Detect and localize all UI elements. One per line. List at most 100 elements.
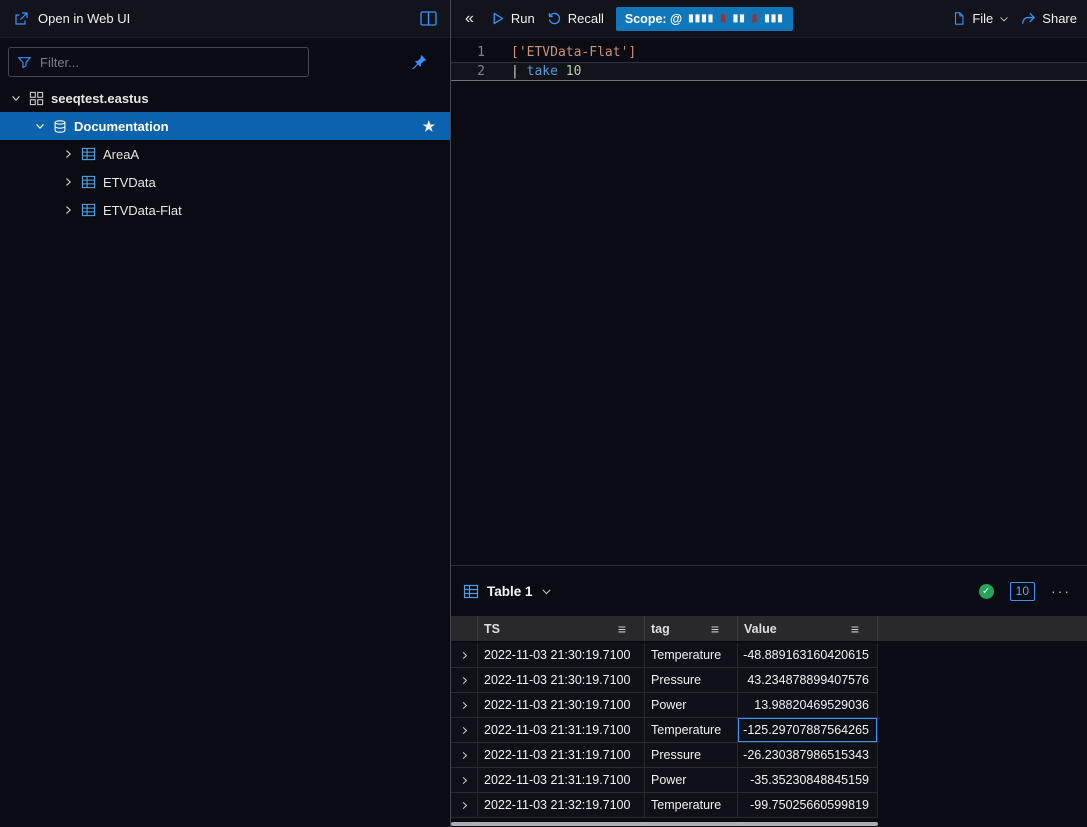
pipe-token: | — [511, 64, 527, 79]
tree-item-table[interactable]: ETVData-Flat — [0, 196, 450, 224]
column-header-value[interactable]: Value ≡ — [738, 616, 878, 641]
open-in-web-ui-button[interactable]: Open in Web UI — [38, 11, 130, 26]
results-grid: TS ≡ tag ≡ Value ≡ — [451, 616, 1087, 827]
chevron-right-icon[interactable] — [62, 149, 74, 159]
row-expand-chevron[interactable] — [451, 793, 478, 818]
cell-ts[interactable]: 2022-11-03 21:30:19.7100 — [478, 643, 645, 668]
row-expand-chevron[interactable] — [451, 693, 478, 718]
cell-value[interactable]: 43.234878899407576 — [738, 668, 878, 693]
number-token: 10 — [558, 64, 581, 79]
cell-value[interactable]: -99.75025660599819 — [738, 793, 878, 818]
tree-item-cluster[interactable]: seeqtest.eastus — [0, 84, 450, 112]
cell-value[interactable]: -125.29707887564265 — [738, 718, 878, 743]
share-button[interactable]: Share — [1021, 11, 1077, 26]
cell-ts[interactable]: 2022-11-03 21:31:19.7100 — [478, 768, 645, 793]
file-icon — [952, 11, 966, 26]
more-options-button[interactable]: ··· — [1051, 583, 1071, 599]
column-header-ts[interactable]: TS ≡ — [478, 616, 645, 641]
table-row[interactable]: 2022-11-03 21:31:19.7100 Power -35.35230… — [451, 768, 1087, 793]
chevron-down-icon[interactable] — [541, 586, 552, 597]
cell-tag[interactable]: Power — [645, 693, 738, 718]
row-expand-chevron[interactable] — [451, 643, 478, 668]
cell-value[interactable]: -35.35230848845159 — [738, 768, 878, 793]
split-panel-icon[interactable] — [420, 11, 437, 26]
cell-value[interactable]: -48.889163160420615 — [738, 643, 878, 668]
table-row[interactable]: 2022-11-03 21:32:19.7100 Temperature -99… — [451, 793, 1087, 818]
row-filler — [878, 668, 1087, 693]
tree-item-table[interactable]: ETVData — [0, 168, 450, 196]
table-row[interactable]: 2022-11-03 21:30:19.7100 Power 13.988204… — [451, 693, 1087, 718]
tree-item-table[interactable]: AreaA — [0, 140, 450, 168]
scope-selector[interactable]: Scope: @ ▮▮▮▮ ▮ ▮▮ ▮ ▮▮▮ — [616, 7, 793, 31]
horizontal-scrollbar[interactable] — [451, 822, 878, 826]
cell-tag[interactable]: Pressure — [645, 743, 738, 768]
table-row[interactable]: 2022-11-03 21:30:19.7100 Pressure 43.234… — [451, 668, 1087, 693]
chevron-down-icon[interactable] — [11, 92, 21, 104]
open-external-icon — [13, 11, 29, 27]
run-button[interactable]: Run — [490, 11, 535, 26]
pin-filter-icon[interactable] — [410, 53, 428, 71]
column-menu-icon[interactable]: ≡ — [851, 621, 859, 637]
cell-ts[interactable]: 2022-11-03 21:30:19.7100 — [478, 668, 645, 693]
cell-ts[interactable]: 2022-11-03 21:32:19.7100 — [478, 793, 645, 818]
row-expand-chevron[interactable] — [451, 668, 478, 693]
row-count-badge[interactable]: 10 — [1010, 582, 1035, 601]
cell-tag[interactable]: Temperature — [645, 718, 738, 743]
cell-ts[interactable]: 2022-11-03 21:30:19.7100 — [478, 693, 645, 718]
table-icon — [81, 147, 96, 161]
results-table-icon — [463, 584, 479, 599]
row-expand-chevron[interactable] — [451, 768, 478, 793]
cell-ts[interactable]: 2022-11-03 21:31:19.7100 — [478, 718, 645, 743]
filter-input-box[interactable] — [8, 47, 309, 77]
query-toolbar: « Run Recall Scope: @ ▮▮▮▮ ▮ ▮▮ ▮ ▮▮▮ — [451, 0, 1087, 38]
cell-ts[interactable]: 2022-11-03 21:31:19.7100 — [478, 743, 645, 768]
database-label: Documentation — [74, 119, 169, 134]
filter-input[interactable] — [40, 55, 300, 70]
column-header-tag[interactable]: tag ≡ — [645, 616, 738, 641]
table-row[interactable]: 2022-11-03 21:31:19.7100 Temperature -12… — [451, 718, 1087, 743]
cell-value[interactable]: -26.230387986515343 — [738, 743, 878, 768]
recall-label: Recall — [568, 11, 604, 26]
kusto-app-window: Open in Web UI — [0, 0, 1087, 827]
row-expand-chevron[interactable] — [451, 718, 478, 743]
recall-button[interactable]: Recall — [547, 11, 604, 26]
line-number: 1 — [451, 43, 495, 62]
favorite-star-icon[interactable]: ★ — [422, 118, 435, 135]
chevron-right-icon[interactable] — [62, 205, 74, 215]
table-label: ETVData — [103, 175, 156, 190]
table-row[interactable]: 2022-11-03 21:31:19.7100 Pressure -26.23… — [451, 743, 1087, 768]
query-editor[interactable]: 1 ['ETVData-Flat'] 2 | take 10 — [451, 38, 1087, 565]
cell-tag[interactable]: Temperature — [645, 793, 738, 818]
run-play-icon — [490, 11, 505, 26]
cluster-icon — [29, 91, 44, 106]
cell-tag[interactable]: Power — [645, 768, 738, 793]
scope-label: Scope: @ — [625, 12, 682, 26]
column-menu-icon[interactable]: ≡ — [618, 621, 626, 637]
table-icon — [81, 203, 96, 217]
column-label: Value — [744, 622, 777, 636]
filter-row — [0, 38, 450, 77]
table-list: AreaA ETVData — [0, 140, 450, 224]
query-success-icon: ✓ — [979, 584, 994, 599]
table-row[interactable]: 2022-11-03 21:30:19.7100 Temperature -48… — [451, 643, 1087, 668]
sidebar-header: Open in Web UI — [0, 0, 450, 38]
cell-tag[interactable]: Temperature — [645, 643, 738, 668]
collapse-sidebar-button[interactable]: « — [461, 10, 478, 28]
cell-value[interactable]: 13.98820469529036 — [738, 693, 878, 718]
chevron-down-icon[interactable] — [35, 120, 45, 132]
code-text: ['ETVData-Flat'] — [495, 43, 636, 62]
tree-item-database[interactable]: Documentation ★ — [0, 112, 450, 140]
results-title[interactable]: Table 1 — [487, 584, 533, 599]
row-expand-chevron[interactable] — [451, 743, 478, 768]
take-keyword-token: take — [527, 64, 558, 79]
row-filler — [878, 743, 1087, 768]
results-header: Table 1 ✓ 10 ··· — [451, 566, 1087, 616]
cluster-label: seeqtest.eastus — [51, 91, 149, 106]
file-menu-button[interactable]: File — [952, 11, 1009, 26]
code-line-2[interactable]: 2 | take 10 — [451, 62, 1087, 81]
code-line-1[interactable]: 1 ['ETVData-Flat'] — [451, 43, 1087, 62]
share-label: Share — [1042, 11, 1077, 26]
chevron-right-icon[interactable] — [62, 177, 74, 187]
column-menu-icon[interactable]: ≡ — [711, 621, 719, 637]
cell-tag[interactable]: Pressure — [645, 668, 738, 693]
